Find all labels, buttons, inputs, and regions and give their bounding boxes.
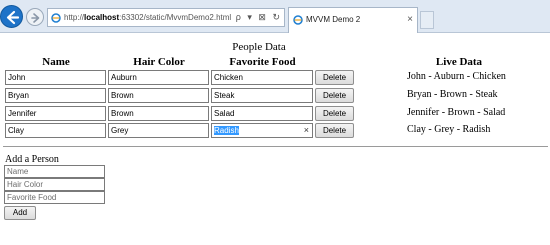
person-row: John Auburn Chicken Delete John - Auburn…	[0, 70, 550, 87]
favorite-food-input[interactable]: Salad	[211, 106, 313, 121]
new-tab-button[interactable]	[420, 11, 434, 29]
tab-page-icon	[293, 15, 303, 25]
delete-button[interactable]: Delete	[315, 70, 354, 85]
add-person-title: Add a Person	[5, 154, 59, 165]
person-row: Jennifer Brown Salad Delete Jennifer - B…	[0, 106, 550, 123]
header-hair-color: Hair Color	[133, 56, 185, 68]
browser-toolbar: http://localhost:63302/static/MvvmDemo2.…	[0, 0, 550, 33]
page-icon	[51, 13, 61, 23]
selected-text: Radish	[214, 126, 239, 135]
forward-arrow-icon	[31, 13, 40, 23]
new-hair-color-input[interactable]: Hair Color	[4, 178, 105, 191]
favorite-food-input[interactable]: Chicken	[211, 70, 313, 85]
live-data-text: Bryan - Brown - Steak	[407, 89, 498, 100]
address-bar-buttons[interactable]: ρ ▾ ⊠ ↻	[236, 9, 282, 26]
tab-mvvm-demo[interactable]: MVVM Demo 2 ×	[288, 7, 418, 33]
add-button[interactable]: Add	[4, 206, 36, 220]
close-tab-icon[interactable]: ×	[407, 8, 413, 32]
favorite-food-input[interactable]: Radish ×	[211, 123, 313, 138]
delete-button[interactable]: Delete	[315, 106, 354, 121]
hair-color-input[interactable]: Brown	[108, 106, 209, 121]
divider	[3, 146, 548, 147]
url-rest: :63302/static/MvvmDemo2.html	[119, 13, 232, 22]
live-data-text: John - Auburn - Chicken	[407, 71, 506, 82]
name-input[interactable]: Jennifer	[5, 106, 106, 121]
live-data-text: Jennifer - Brown - Salad	[407, 107, 506, 118]
page-title: People Data	[232, 41, 286, 53]
live-data-text: Clay - Grey - Radish	[407, 124, 491, 135]
favorite-food-input[interactable]: Steak	[211, 88, 313, 103]
address-bar[interactable]: http://localhost:63302/static/MvvmDemo2.…	[47, 8, 285, 27]
hair-color-input[interactable]: Brown	[108, 88, 209, 103]
person-row: Clay Grey Radish × Delete Clay - Grey - R…	[0, 123, 550, 140]
name-input[interactable]: John	[5, 70, 106, 85]
new-name-input[interactable]: Name	[4, 165, 105, 178]
name-input[interactable]: Clay	[5, 123, 106, 138]
back-arrow-icon	[6, 10, 20, 25]
clear-input-icon[interactable]: ×	[304, 124, 309, 137]
back-button[interactable]	[0, 5, 23, 28]
name-input[interactable]: Bryan	[5, 88, 106, 103]
new-favorite-food-input[interactable]: Favorite Food	[4, 191, 105, 204]
header-live-data: Live Data	[435, 56, 483, 68]
person-row: Bryan Brown Steak Delete Bryan - Brown -…	[0, 88, 550, 105]
header-favorite-food: Favorite Food	[229, 56, 296, 68]
delete-button[interactable]: Delete	[315, 123, 354, 138]
url-host: localhost	[84, 13, 120, 22]
hair-color-input[interactable]: Grey	[108, 123, 209, 138]
url-prefix: http://	[64, 13, 85, 22]
delete-button[interactable]: Delete	[315, 88, 354, 103]
tab-title: MVVM Demo 2	[306, 15, 361, 24]
forward-button[interactable]	[26, 8, 44, 26]
header-name: Name	[42, 56, 70, 68]
hair-color-input[interactable]: Auburn	[108, 70, 209, 85]
